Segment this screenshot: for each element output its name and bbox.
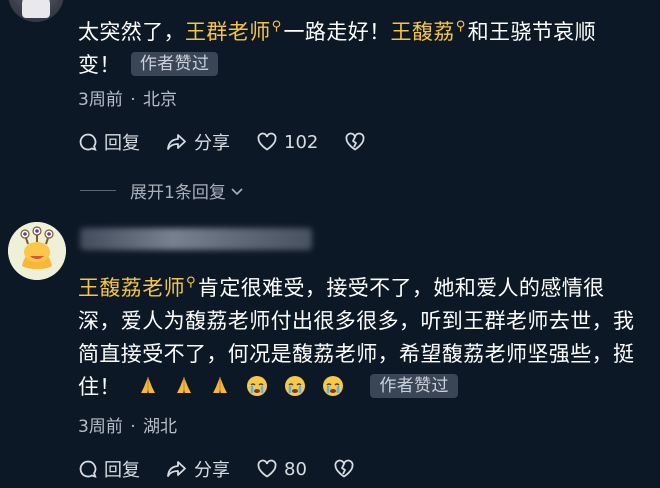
comment-line: 王馥荔老师⚲肯定很难受，接受不了，她和爱人的感情很 (78, 266, 650, 305)
avatar[interactable] (8, 0, 64, 22)
comment-text: 住！ (78, 375, 121, 399)
author-liked-badge: 作者赞过 (370, 374, 458, 398)
reply-button[interactable]: 回复 (78, 456, 140, 482)
separator: · (130, 417, 136, 437)
like-count: 102 (284, 131, 319, 153)
like-count: 80 (284, 458, 307, 480)
heart-icon (257, 132, 277, 151)
share-button[interactable]: 分享 (166, 129, 230, 155)
like-button[interactable]: 102 (256, 132, 318, 153)
timestamp: 3周前 (78, 417, 123, 437)
reply-icon (79, 460, 97, 478)
broken-heart-icon (334, 459, 354, 478)
crying-emoji (247, 376, 268, 396)
pray-emoji (213, 377, 228, 393)
crying-emoji (285, 376, 306, 396)
mention-link[interactable]: 王群老师 (185, 20, 271, 44)
broken-heart-icon (345, 132, 365, 151)
share-icon (167, 461, 186, 477)
comment-line: 变！ 作者赞过 (78, 49, 650, 82)
search-mention-icon: ⚲ (271, 19, 282, 34)
comment-line: 住！ 作者赞过 (78, 371, 650, 404)
comment-body: 王馥荔老师⚲肯定很难受，接受不了，她和爱人的感情很 深，爱人为馥荔老师付出很多很… (78, 266, 650, 404)
dislike-button[interactable] (333, 459, 361, 479)
comment-text: 变！ (78, 53, 121, 77)
comment-line: 太突然了，王群老师⚲一路走好！王馥荔⚲和王骁节哀顺 (78, 10, 650, 49)
comment-text: 太突然了， (78, 20, 185, 44)
comment-line: 简直接受不了，何况是馥荔老师，希望馥荔老师坚强些，挺 (78, 342, 635, 366)
author-liked-badge: 作者赞过 (130, 52, 219, 76)
comment-text: 一路走好！ (283, 20, 391, 44)
avatar[interactable] (8, 222, 66, 280)
timestamp: 3周前 (78, 90, 123, 110)
share-button[interactable]: 分享 (166, 456, 230, 482)
reply-label: 回复 (104, 133, 140, 154)
reply-label: 回复 (104, 460, 140, 481)
username-blurred[interactable] (80, 228, 312, 250)
heart-icon (257, 459, 277, 478)
comment-body: 太突然了，王群老师⚲一路走好！王馥荔⚲和王骁节哀顺 变！ 作者赞过 (78, 10, 650, 82)
search-mention-icon: ⚲ (455, 19, 466, 34)
comment-line: 深，爱人为馥荔老师付出很多很多，听到王群老师去世，我 (78, 309, 635, 333)
reply-icon (79, 133, 97, 151)
location: 北京 (143, 90, 178, 110)
chevron-down-icon (231, 187, 243, 195)
share-label: 分享 (194, 460, 230, 481)
separator: · (130, 90, 136, 110)
comment-actions: 回复 分享 80 (78, 456, 387, 482)
share-label: 分享 (194, 133, 230, 154)
share-icon (167, 134, 186, 150)
comment-meta: 3周前 · 北京 (78, 85, 177, 110)
search-mention-icon: ⚲ (186, 275, 196, 290)
comment-actions: 回复 分享 102 (78, 129, 398, 155)
comment-text: 肯定很难受，接受不了，她和爱人的感情很 (197, 276, 605, 300)
crying-emoji (323, 376, 344, 396)
mention-link[interactable]: 王馥荔 (391, 20, 455, 44)
comment-meta: 3周前 · 湖北 (78, 412, 177, 437)
location: 湖北 (143, 417, 178, 437)
mention-link[interactable]: 王馥荔老师 (78, 276, 185, 300)
expand-replies-label: 展开1条回复 (130, 183, 226, 203)
reply-button[interactable]: 回复 (78, 129, 140, 155)
comment-text: 和王骁节哀顺 (467, 20, 597, 44)
expand-replies-button[interactable]: 展开1条回复 (80, 178, 245, 203)
like-button[interactable]: 80 (256, 459, 307, 480)
dislike-button[interactable] (344, 132, 372, 152)
pray-emoji (140, 377, 155, 393)
pray-emoji (176, 377, 191, 393)
divider (80, 190, 116, 191)
